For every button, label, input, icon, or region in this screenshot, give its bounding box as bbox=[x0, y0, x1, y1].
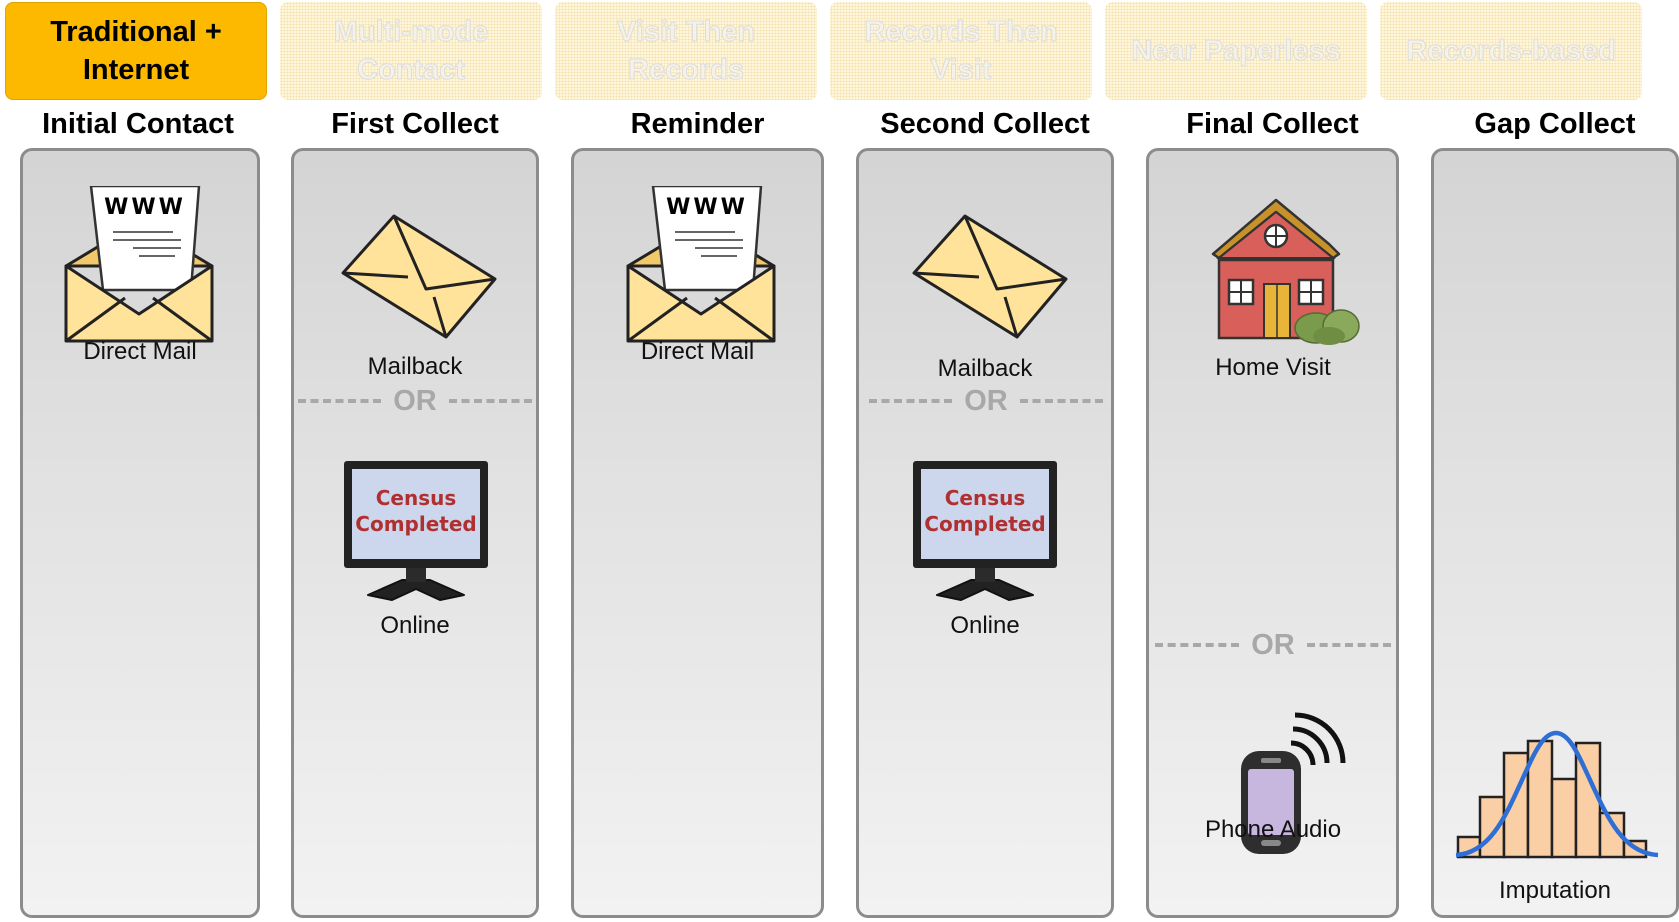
tab-records-then-visit[interactable]: Records Then Visit bbox=[830, 2, 1092, 100]
column-gap-collect: Imputation bbox=[1431, 148, 1679, 918]
column-title-reminder: Reminder bbox=[630, 108, 765, 140]
letter-www-text: WWW bbox=[104, 195, 186, 220]
phone-audio-label: Phone Audio bbox=[1204, 816, 1342, 843]
envelope-with-letter-icon: WWW bbox=[64, 186, 214, 343]
tab-near-paperless[interactable]: Near Paperless bbox=[1105, 2, 1367, 100]
tab-multi-mode-contact[interactable]: Multi-mode Contact bbox=[280, 2, 542, 100]
tab-records-based[interactable]: Records-based bbox=[1380, 2, 1642, 100]
column-title-initial-contact: Initial Contact bbox=[42, 108, 234, 140]
online-label: Online bbox=[950, 612, 1020, 639]
column-second-collect: Mailback OR Census Completed Online bbox=[856, 148, 1114, 918]
census-screen-text-line2: Completed bbox=[924, 512, 1045, 536]
column-title-gap-collect: Gap Collect bbox=[1474, 108, 1636, 140]
census-screen-text-line1: Census bbox=[945, 486, 1026, 510]
tab-traditional-internet[interactable]: Traditional + Internet bbox=[5, 2, 267, 100]
envelope-with-letter-icon: WWW bbox=[626, 186, 776, 343]
column-reminder: WWW Direct Mail bbox=[571, 148, 824, 918]
column-title-final-collect: Final Collect bbox=[1186, 108, 1359, 140]
home-visit-label: Home Visit bbox=[1215, 354, 1331, 381]
envelope-icon bbox=[341, 214, 497, 339]
computer-monitor-icon: Census Completed bbox=[913, 461, 1057, 601]
column-title-second-collect: Second Collect bbox=[880, 108, 1090, 140]
column-first-collect: Mailback OR Census Completed Online bbox=[291, 148, 539, 918]
histogram-icon bbox=[1455, 730, 1659, 859]
imputation-label: Imputation bbox=[1498, 877, 1612, 904]
direct-mail-label: Direct Mail bbox=[83, 338, 197, 365]
envelope-icon bbox=[912, 214, 1068, 339]
column-title-first-collect: First Collect bbox=[331, 108, 499, 140]
direct-mail-label: Direct Mail bbox=[640, 338, 755, 365]
house-icon bbox=[1211, 198, 1360, 345]
letter-www-text: WWW bbox=[666, 195, 748, 220]
tab-visit-then-records[interactable]: Visit Then Records bbox=[555, 2, 817, 100]
computer-monitor-icon: Census Completed bbox=[344, 461, 488, 601]
column-final-collect: Home Visit OR Phone Audio bbox=[1146, 148, 1399, 918]
or-separator: OR bbox=[869, 383, 1103, 419]
or-separator: OR bbox=[1155, 627, 1391, 663]
or-separator: OR bbox=[298, 383, 532, 419]
census-screen-text-line1: Census bbox=[376, 486, 457, 510]
column-initial-contact: WWW Direct Mail bbox=[20, 148, 260, 918]
online-label: Online bbox=[380, 612, 450, 639]
mailback-label: Mailback bbox=[937, 355, 1033, 382]
mailback-label: Mailback bbox=[367, 353, 463, 380]
census-screen-text-line2: Completed bbox=[355, 512, 476, 536]
